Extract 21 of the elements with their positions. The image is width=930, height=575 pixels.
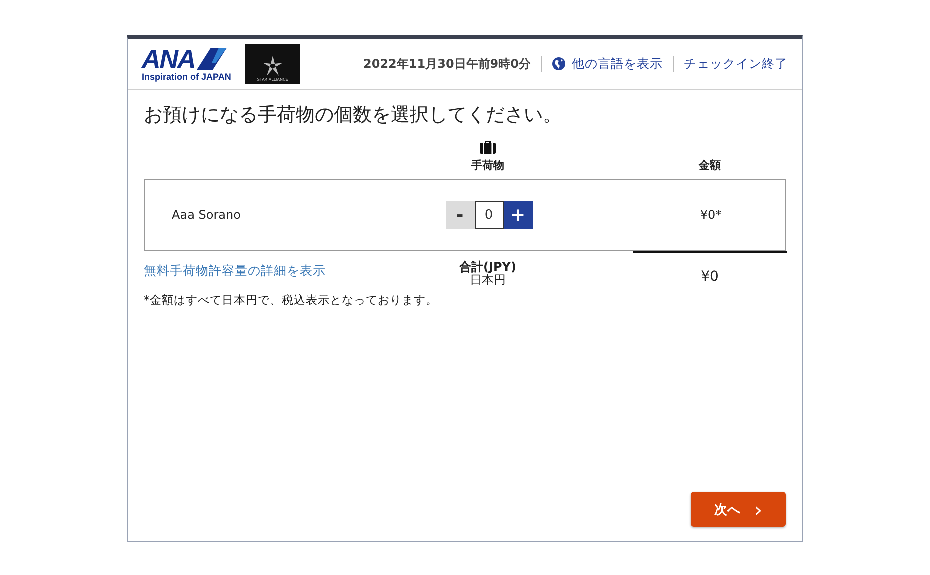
- page-heading: お預けになる手荷物の個数を選択してください。: [144, 103, 563, 128]
- total-label: 合計(JPY): [460, 261, 516, 274]
- column-header: 金額: [699, 158, 721, 173]
- stripe-logo-icon: [197, 48, 228, 70]
- globe-icon: [552, 57, 566, 71]
- passenger-name: Aaa Sorano: [171, 208, 242, 222]
- allowance-link[interactable]: 無料手荷物許容量の詳細を表示: [144, 263, 343, 280]
- increment-button[interactable]: +: [504, 201, 532, 229]
- currency-text: 日本円: [470, 274, 506, 287]
- logo-tagline: Inspiration of JAPAN: [142, 72, 232, 82]
- tax-note: *金額はすべて日本円で、税込表示となっております。: [144, 293, 439, 308]
- suitcase-icon: [480, 140, 496, 154]
- count-field[interactable]: 0: [474, 201, 504, 229]
- amount-text: ¥0*: [700, 208, 722, 222]
- next-button[interactable]: 次へ ›: [691, 492, 786, 527]
- exit-link[interactable]: チェックイン終了: [684, 56, 788, 72]
- logo-text: ANA: [142, 46, 196, 72]
- language-link[interactable]: 他の言語を表示: [572, 56, 663, 72]
- datetime-text: 2022年11月30日午前9時0分: [364, 56, 531, 72]
- total-amount: ¥0: [700, 268, 720, 285]
- column-header: 手荷物: [472, 158, 504, 173]
